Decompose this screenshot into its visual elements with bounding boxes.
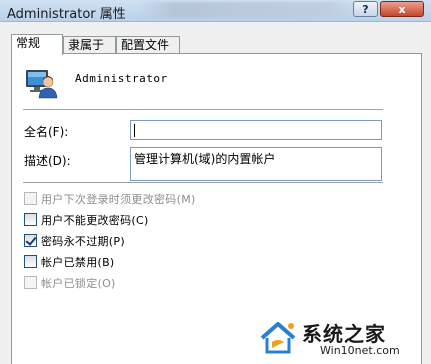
tab-member-of[interactable]: 隶属于 [63, 36, 116, 53]
window-title: Administrator 属性 [7, 7, 126, 22]
fullname-label: 全名(F): [24, 125, 69, 139]
option-label: 用户下次登录时须更改密码(M) [41, 193, 196, 206]
description-input[interactable]: 管理计算机(域)的内置帐户 [130, 147, 382, 181]
tab-general[interactable]: 常规 [11, 34, 63, 55]
checkbox[interactable] [24, 213, 37, 226]
watermark-url: Win10net.com [320, 344, 400, 357]
blurred-title-region [140, 2, 360, 18]
text-caret [134, 124, 135, 137]
option-label: 密码永不过期(P) [41, 235, 125, 248]
help-button[interactable]: ? [353, 1, 378, 17]
check-icon [25, 234, 37, 246]
description-label: 描述(D): [24, 154, 71, 168]
checkbox[interactable] [24, 192, 37, 205]
watermark: 系统之家 Win10net.com [258, 312, 428, 362]
title-bar[interactable]: Administrator 属性 ? x [0, 0, 431, 22]
user-account-icon [26, 70, 58, 99]
house-logo-icon [260, 322, 296, 354]
option-label: 帐户已锁定(O) [41, 277, 116, 290]
user-name: Administrator [75, 72, 168, 85]
fullname-input[interactable] [130, 120, 382, 140]
separator-top [23, 109, 383, 111]
watermark-brand: 系统之家 [302, 322, 386, 346]
option-label: 帐户已禁用(B) [41, 256, 115, 269]
tab-profile[interactable]: 配置文件 [116, 36, 180, 53]
checkbox[interactable] [24, 276, 37, 289]
separator-bottom [23, 182, 383, 184]
checkbox[interactable] [24, 255, 37, 268]
close-button[interactable]: x [380, 1, 424, 17]
checkbox-checked[interactable] [24, 234, 37, 247]
option-label: 用户不能更改密码(C) [41, 214, 149, 227]
